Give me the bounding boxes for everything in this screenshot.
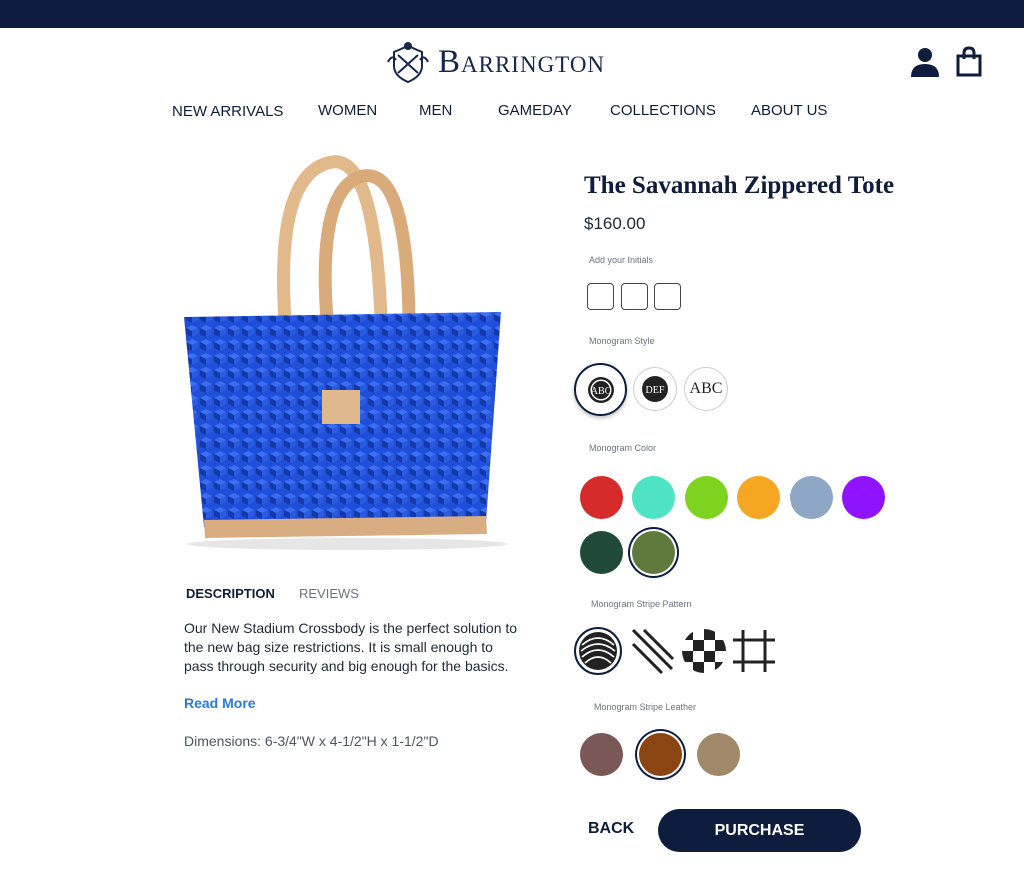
initial-input-1[interactable] — [587, 283, 614, 310]
leather-label: Monogram Stripe Leather — [594, 702, 697, 712]
product-title: The Savannah Zippered Tote — [584, 172, 895, 199]
monogram-interlocking-icon: DEF — [642, 376, 668, 402]
color-label: Monogram Color — [589, 443, 657, 453]
nav-men[interactable]: MEN — [419, 102, 452, 119]
initials-label: Add your Initials — [589, 255, 654, 265]
style-option-circle[interactable]: ABC — [574, 363, 627, 416]
style-option-block[interactable]: ABC — [684, 367, 728, 411]
read-more-link[interactable]: Read More — [184, 695, 256, 711]
color-swatch[interactable] — [632, 476, 675, 519]
leather-swatch[interactable] — [639, 733, 682, 776]
color-swatch[interactable] — [790, 476, 833, 519]
nav-women[interactable]: WOMEN — [318, 102, 377, 119]
product-description: Our New Stadium Crossbody is the perfect… — [184, 620, 518, 674]
color-swatch[interactable] — [685, 476, 728, 519]
wave-pattern-icon[interactable] — [574, 627, 622, 675]
nav-gameday[interactable]: GAMEDAY — [498, 102, 572, 119]
style-label: Monogram Style — [589, 336, 655, 346]
initial-input-2[interactable] — [621, 283, 648, 310]
style-option-block-text: ABC — [689, 380, 723, 397]
color-swatch[interactable] — [842, 476, 885, 519]
back-button[interactable]: BACK — [588, 820, 634, 838]
product-dimensions: Dimensions: 6-3/4"W x 4-1/2"H x 1-1/2"D — [184, 733, 439, 749]
initial-input-3[interactable] — [654, 283, 681, 310]
style-option-interlocking[interactable]: DEF — [633, 367, 677, 411]
purchase-button[interactable]: PURCHASE — [658, 809, 861, 852]
top-banner — [0, 0, 1024, 28]
color-swatch[interactable] — [580, 476, 623, 519]
style-option-interlocking-text: DEF — [646, 385, 665, 396]
shopping-bag-icon[interactable] — [955, 46, 983, 78]
color-swatch[interactable] — [632, 531, 675, 574]
user-icon[interactable] — [909, 46, 941, 78]
color-swatch[interactable] — [580, 531, 623, 574]
nav-new-arrivals[interactable]: NEW ARRIVALS — [172, 103, 283, 120]
nav-collections[interactable]: COLLECTIONS — [610, 102, 716, 119]
style-option-circle-text: ABC — [590, 386, 611, 397]
brand-name: Barrington — [438, 43, 606, 80]
grid-pattern-icon[interactable] — [730, 627, 778, 675]
checker-pattern-icon[interactable] — [680, 627, 728, 675]
crest-icon — [387, 42, 429, 84]
tab-description[interactable]: DESCRIPTION — [186, 586, 275, 601]
product-price: $160.00 — [584, 214, 646, 233]
color-swatch[interactable] — [737, 476, 780, 519]
product-image — [157, 142, 547, 554]
brand-logo[interactable]: Barrington — [386, 40, 605, 84]
stripe-label: Monogram Stripe Pattern — [591, 599, 692, 609]
main-nav: NEW ARRIVALS WOMEN MEN GAMEDAY COLLECTIO… — [0, 102, 1024, 126]
monogram-circle-icon: ABC — [587, 376, 614, 403]
leather-swatch[interactable] — [580, 733, 623, 776]
tab-reviews[interactable]: REVIEWS — [299, 586, 359, 601]
nav-about-us[interactable]: ABOUT US — [751, 102, 827, 119]
diagonal-stripes-icon[interactable] — [628, 627, 676, 675]
leather-swatch[interactable] — [697, 733, 740, 776]
